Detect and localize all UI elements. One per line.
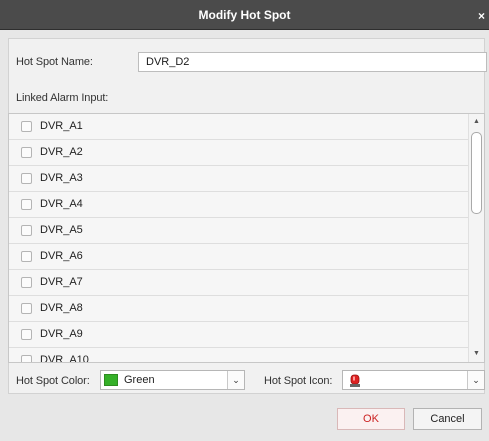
list-item[interactable]: DVR_A5 (9, 218, 470, 244)
scroll-up-icon[interactable]: ▲ (469, 114, 484, 130)
list-item[interactable]: DVR_A8 (9, 296, 470, 322)
alarm-input-label: DVR_A3 (40, 172, 83, 184)
alarm-input-checkbox[interactable] (21, 329, 32, 340)
alarm-input-checkbox[interactable] (21, 199, 32, 210)
alarm-input-checkbox[interactable] (21, 277, 32, 288)
chevron-down-icon[interactable]: ⌄ (227, 371, 244, 389)
list-scrollbar[interactable]: ▲ ▼ (468, 114, 484, 362)
modify-hot-spot-dialog: Modify Hot Spot × Hot Spot Name: DVR_D2 … (0, 0, 489, 441)
linked-alarm-input-label: Linked Alarm Input: (16, 92, 109, 104)
list-item[interactable]: DVR_A10 (9, 348, 470, 363)
list-item[interactable]: DVR_A9 (9, 322, 470, 348)
list-item[interactable]: DVR_A1 (9, 114, 470, 140)
alarm-input-checkbox[interactable] (21, 355, 32, 362)
alarm-input-list: DVR_A1 DVR_A2 DVR_A3 DVR_A4 DVR_A5 DVR_A… (8, 113, 485, 363)
list-item[interactable]: DVR_A7 (9, 270, 470, 296)
scroll-down-icon[interactable]: ▼ (469, 346, 484, 362)
alarm-input-label: DVR_A5 (40, 224, 83, 236)
alarm-input-checkbox[interactable] (21, 225, 32, 236)
alarm-input-label: DVR_A4 (40, 198, 83, 210)
hot-spot-color-label: Hot Spot Color: (16, 375, 90, 387)
alarm-input-checkbox[interactable] (21, 173, 32, 184)
alarm-input-checkbox[interactable] (21, 251, 32, 262)
hot-spot-icon-select[interactable]: ⌄ (342, 370, 485, 390)
ok-button[interactable]: OK (337, 408, 405, 430)
alarm-input-label: DVR_A9 (40, 328, 83, 340)
alarm-input-checkbox[interactable] (21, 147, 32, 158)
list-item[interactable]: DVR_A2 (9, 140, 470, 166)
chevron-down-icon[interactable]: ⌄ (467, 371, 484, 389)
hot-spot-color-value: Green (124, 374, 155, 386)
list-item[interactable]: DVR_A3 (9, 166, 470, 192)
list-item[interactable]: DVR_A4 (9, 192, 470, 218)
alarm-input-label: DVR_A7 (40, 276, 83, 288)
alarm-input-label: DVR_A6 (40, 250, 83, 262)
dialog-title: Modify Hot Spot (198, 8, 291, 22)
alarm-input-checkbox[interactable] (21, 303, 32, 314)
alarm-input-checkbox[interactable] (21, 121, 32, 132)
hot-spot-color-select[interactable]: Green ⌄ (100, 370, 245, 390)
alarm-input-label: DVR_A10 (40, 354, 89, 363)
scroll-thumb[interactable] (471, 132, 482, 214)
hot-spot-icon-label: Hot Spot Icon: (264, 375, 333, 387)
close-icon[interactable]: × (478, 9, 485, 23)
cancel-button[interactable]: Cancel (413, 408, 482, 430)
alarm-input-label: DVR_A2 (40, 146, 83, 158)
title-bar: Modify Hot Spot × (0, 0, 489, 30)
alarm-input-label: DVR_A1 (40, 120, 83, 132)
hot-spot-name-label: Hot Spot Name: (16, 56, 93, 68)
alarm-input-label: DVR_A8 (40, 302, 83, 314)
green-swatch-icon (104, 374, 118, 386)
red-alarm-icon (350, 374, 360, 387)
hot-spot-name-input[interactable]: DVR_D2 (138, 52, 487, 72)
list-item[interactable]: DVR_A6 (9, 244, 470, 270)
dialog-footer: OK Cancel (0, 400, 489, 441)
